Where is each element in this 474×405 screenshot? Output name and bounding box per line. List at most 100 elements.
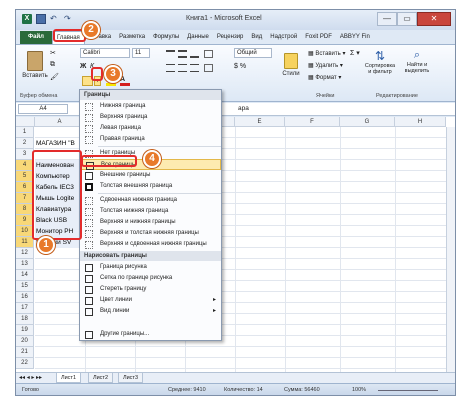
column-header[interactable]: E — [235, 117, 285, 127]
menu-item-thick-box-border[interactable]: Толстая внешняя граница — [80, 181, 221, 192]
menu-item-top-thick-bottom-border[interactable]: Верхняя и толстая нижняя границы — [80, 228, 221, 239]
maximize-button[interactable]: ▭ — [397, 12, 417, 26]
menu-item-thick-bottom-border[interactable]: Толстая нижняя граница — [80, 206, 221, 217]
menu-item-draw-border-grid[interactable]: Сетка по границе рисунка — [80, 273, 221, 284]
tab-addins[interactable]: Надстрой — [266, 31, 301, 44]
font-name-input[interactable]: Calibri — [80, 48, 130, 58]
tab-formulas[interactable]: Формулы — [149, 31, 183, 44]
menu-item-line-style[interactable]: Вид линии ▸ — [80, 306, 221, 317]
row-header[interactable]: 2 — [16, 138, 34, 149]
cell-a[interactable] — [35, 281, 85, 292]
menu-item-top-double-bottom-border[interactable]: Верхняя и сдвоенная нижняя границы — [80, 239, 221, 250]
column-header[interactable]: F — [285, 117, 340, 127]
merge-icon[interactable] — [204, 64, 213, 72]
close-button[interactable]: ✕ — [417, 12, 451, 26]
row-header[interactable]: 14 — [16, 270, 34, 281]
font-color-icon[interactable]: A — [120, 76, 130, 86]
menu-item-left-border[interactable]: Левая граница — [80, 123, 221, 134]
menu-item-line-color[interactable]: Цвет линии ▸ — [80, 295, 221, 306]
cell-a[interactable] — [35, 303, 85, 314]
currency-icon[interactable]: $ % — [234, 63, 246, 70]
row-header[interactable]: 16 — [16, 292, 34, 303]
row-header[interactable]: 1 — [16, 127, 34, 138]
cell-a[interactable] — [35, 270, 85, 281]
row-header[interactable]: 20 — [16, 336, 34, 347]
row-header[interactable]: 19 — [16, 325, 34, 336]
copy-icon[interactable]: ⧉ — [50, 61, 55, 69]
menu-item-top-border[interactable]: Верхняя граница — [80, 112, 221, 123]
menu-item-top-bottom-border[interactable]: Верхняя и нижняя границы — [80, 217, 221, 228]
save-icon[interactable] — [36, 14, 46, 24]
delete-cells-button[interactable]: ▦ Удалить ▾ — [308, 62, 343, 69]
row-header[interactable]: 17 — [16, 303, 34, 314]
minimize-button[interactable]: — — [377, 12, 397, 26]
cell-a[interactable] — [35, 259, 85, 270]
grid-line — [35, 368, 455, 369]
column-header[interactable]: H — [395, 117, 446, 127]
align-right-icon[interactable] — [190, 64, 199, 72]
menu-item-right-border[interactable]: Правая граница — [80, 134, 221, 145]
menu-item-outside-borders[interactable]: Внешние границы — [80, 170, 221, 181]
cell-a[interactable] — [35, 336, 85, 347]
tab-page-layout[interactable]: Разметка — [115, 31, 149, 44]
cell-a[interactable]: МАГАЗИН "В — [35, 138, 85, 149]
menu-item-double-bottom-border[interactable]: Сдвоенная нижняя граница — [80, 195, 221, 206]
font-size-input[interactable]: 11 — [132, 48, 150, 58]
align-center-icon[interactable] — [178, 64, 187, 72]
cell-a[interactable] — [35, 127, 85, 138]
column-header[interactable]: G — [340, 117, 395, 127]
cell-a[interactable] — [35, 292, 85, 303]
align-bottom-icon[interactable] — [190, 50, 199, 58]
align-top-icon[interactable] — [166, 50, 175, 58]
sheet-tab[interactable]: Лист1 — [56, 373, 82, 383]
paste-button[interactable]: Вставить — [22, 49, 48, 89]
row-header[interactable]: 15 — [16, 281, 34, 292]
zoom-slider[interactable] — [378, 390, 438, 391]
styles-button[interactable]: Стили — [280, 49, 302, 89]
vertical-scrollbar[interactable] — [446, 127, 455, 372]
wrap-text-icon[interactable] — [204, 50, 213, 58]
tab-view[interactable]: Вид — [247, 31, 266, 44]
cell-a[interactable] — [35, 347, 85, 358]
sheet-tab[interactable]: Лист3 — [118, 373, 144, 383]
format-cells-button[interactable]: ▦ Формат ▾ — [308, 74, 341, 81]
format-painter-icon[interactable]: 🖌 — [50, 73, 59, 81]
menu-item-erase-border[interactable]: Стереть границу — [80, 284, 221, 295]
align-middle-icon[interactable] — [178, 50, 187, 58]
tab-abbyy[interactable]: ABBYY Fin — [336, 31, 374, 44]
bold-button[interactable]: Ж — [80, 63, 86, 70]
menu-item-more-borders[interactable]: Другие границы... — [80, 329, 221, 340]
menu-item-draw-border[interactable]: Граница рисунка — [80, 262, 221, 273]
row-header[interactable]: 21 — [16, 347, 34, 358]
row-header[interactable]: 11 — [16, 237, 34, 248]
row-header[interactable]: 22 — [16, 358, 34, 369]
cell-a[interactable] — [35, 325, 85, 336]
cell-a[interactable] — [35, 314, 85, 325]
tab-foxit[interactable]: Foxit PDF — [301, 31, 336, 44]
corner-select-all[interactable] — [16, 117, 35, 127]
sheet-tab[interactable]: Лист2 — [88, 373, 114, 383]
cell-a[interactable] — [35, 358, 85, 369]
sheet-nav-icon[interactable]: ◂◂ ◂ ▸ ▸▸ — [19, 374, 42, 381]
name-box[interactable]: A4 — [18, 104, 68, 114]
number-format-select[interactable]: Общий — [234, 48, 272, 58]
window-controls: — ▭ ✕ — [377, 12, 451, 26]
cut-icon[interactable]: ✂ — [50, 49, 56, 57]
status-bar: Готово Среднее: 9410 Количество: 14 Сумм… — [16, 383, 455, 395]
tab-file[interactable]: Файл — [20, 30, 52, 44]
sort-filter-button[interactable]: ⇅ Сортировка и фильтр — [362, 49, 398, 89]
find-select-button[interactable]: ⌕ Найти и выделить — [401, 49, 433, 89]
row-header[interactable]: 13 — [16, 259, 34, 270]
tab-data[interactable]: Данные — [183, 31, 213, 44]
align-left-icon[interactable] — [166, 64, 175, 72]
column-header[interactable]: A — [35, 117, 85, 127]
tab-review[interactable]: Рецензир — [213, 31, 248, 44]
undo-icon[interactable]: ↶ — [50, 14, 60, 24]
menu-item-bottom-border[interactable]: Нижняя граница — [80, 101, 221, 112]
row-header[interactable]: 18 — [16, 314, 34, 325]
formula-content[interactable]: ара — [238, 104, 249, 114]
autosum-icon[interactable]: Σ ▾ — [350, 49, 360, 57]
insert-cells-button[interactable]: ▦ Вставить ▾ — [308, 50, 345, 57]
redo-icon[interactable]: ↷ — [64, 14, 74, 24]
row-header[interactable]: 12 — [16, 248, 34, 259]
